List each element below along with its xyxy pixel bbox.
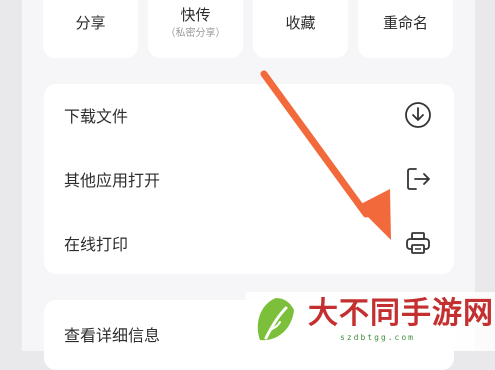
online-print-row[interactable]: 在线打印: [44, 212, 454, 274]
open-with-other-app-label: 其他应用打开: [64, 171, 161, 190]
view-details-label: 查看详细信息: [64, 326, 161, 345]
online-print-label: 在线打印: [64, 235, 129, 254]
site-watermark: 大不同手游网 szdbtgg.com: [246, 292, 495, 351]
file-actions-card: 下载文件 其他应用打开 在线打印: [44, 84, 454, 274]
download-file-row[interactable]: 下载文件: [44, 84, 454, 146]
download-icon: [405, 102, 431, 128]
open-with-other-app-row[interactable]: 其他应用打开: [44, 148, 454, 210]
watermark-title: 大不同手游网: [308, 296, 494, 331]
rename-tile[interactable]: 重命名: [358, 0, 453, 58]
leaf-logo: [257, 298, 294, 341]
watermark-domain: szdbtgg.com: [340, 333, 415, 342]
download-file-label: 下载文件: [64, 107, 129, 126]
quick-send-tile[interactable]: 快传 （私密分享）: [148, 0, 243, 58]
share-tile[interactable]: 分享: [43, 0, 138, 58]
open-external-icon: [407, 168, 430, 190]
quick-send-sublabel: （私密分享）: [165, 28, 226, 39]
favorite-label: 收藏: [285, 14, 316, 32]
share-label: 分享: [75, 14, 106, 32]
favorite-tile[interactable]: 收藏: [253, 0, 348, 58]
rename-label: 重命名: [382, 14, 428, 32]
quick-send-label: 快传: [180, 6, 211, 24]
printer-icon: [406, 232, 430, 254]
